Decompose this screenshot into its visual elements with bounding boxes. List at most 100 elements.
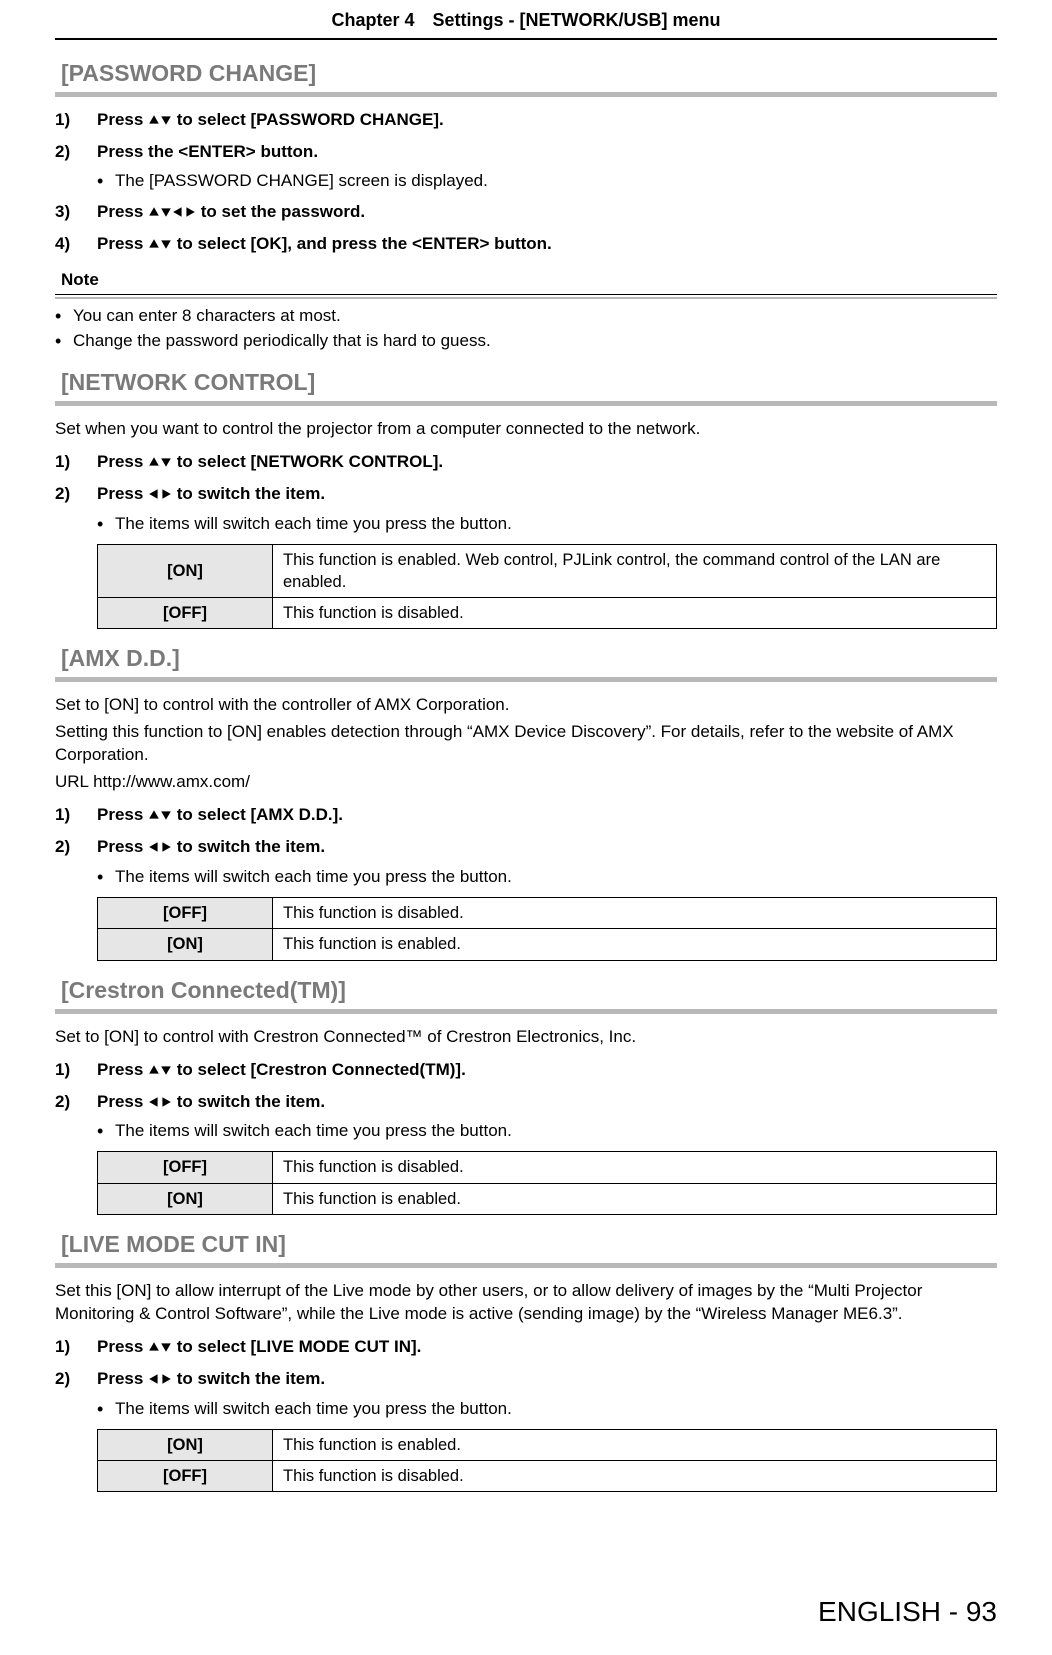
step-row: 1) Press to select [Crestron Connected(T… — [55, 1059, 997, 1083]
bullet-icon: • — [55, 330, 73, 353]
step-row: 1) Press to select [AMX D.D.]. — [55, 804, 997, 828]
table-row: [OFF]This function is disabled. — [98, 598, 997, 629]
note-text: Change the password periodically that is… — [73, 330, 491, 353]
step-text-pre: Press — [97, 805, 148, 824]
section-title-password-change: [PASSWORD CHANGE] — [55, 56, 997, 97]
table-row: [OFF]This function is disabled. — [98, 898, 997, 929]
bullet-icon: • — [97, 1398, 115, 1421]
section-title-amx-dd: [AMX D.D.] — [55, 641, 997, 682]
step-text: Press to set the password. — [97, 201, 365, 225]
table-row: [ON]This function is enabled. Web contro… — [98, 544, 997, 598]
up-down-left-right-arrow-icon — [148, 203, 196, 222]
step-text-post: to switch the item. — [172, 837, 325, 856]
sub-bullet-text: The items will switch each time you pres… — [115, 513, 512, 536]
option-value: This function is disabled. — [273, 598, 997, 629]
option-table: [OFF]This function is disabled. [ON]This… — [97, 897, 997, 961]
sub-bullet: • The items will switch each time you pr… — [97, 1398, 997, 1421]
left-right-arrow-icon — [148, 1093, 172, 1112]
step-text-pre: Press — [97, 1337, 148, 1356]
sub-bullet-text: The items will switch each time you pres… — [115, 1398, 512, 1421]
step-row: 4) Press to select [OK], and press the <… — [55, 233, 997, 257]
step-text: Press to switch the item. — [97, 483, 325, 507]
option-value: This function is enabled. — [273, 1429, 997, 1460]
step-row: 1) Press to select [LIVE MODE CUT IN]. — [55, 1336, 997, 1360]
chapter-header: Chapter 4 Settings - [NETWORK/USB] menu — [55, 0, 997, 40]
sub-bullet-text: The items will switch each time you pres… — [115, 866, 512, 889]
step-text: Press to select [OK], and press the <ENT… — [97, 233, 552, 257]
table-row: [ON]This function is enabled. — [98, 929, 997, 960]
option-table: [ON]This function is enabled. [OFF]This … — [97, 1429, 997, 1493]
step-text-post: to select [OK], and press the <ENTER> bu… — [172, 234, 552, 253]
step-text-pre: Press — [97, 837, 148, 856]
bullet-icon: • — [97, 1120, 115, 1143]
step-text-post: to switch the item. — [172, 484, 325, 503]
section-title-live-mode-cut-in: [LIVE MODE CUT IN] — [55, 1227, 997, 1268]
option-value: This function is enabled. — [273, 929, 997, 960]
step-text-pre: Press — [97, 484, 148, 503]
step-number: 4) — [55, 233, 97, 257]
step-text-pre: Press — [97, 1060, 148, 1079]
bullet-icon: • — [97, 866, 115, 889]
option-key: [ON] — [98, 1429, 273, 1460]
table-row: [ON]This function is enabled. — [98, 1183, 997, 1214]
step-row: 3) Press to set the password. — [55, 201, 997, 225]
step-text: Press to select [NETWORK CONTROL]. — [97, 451, 443, 475]
section-intro: Set this [ON] to allow interrupt of the … — [55, 1280, 997, 1326]
left-right-arrow-icon — [148, 838, 172, 857]
step-number: 2) — [55, 1091, 97, 1115]
note-header: Note — [55, 267, 997, 295]
step-text-post: to switch the item. — [172, 1369, 325, 1388]
step-number: 2) — [55, 141, 97, 164]
step-text-post: to switch the item. — [172, 1092, 325, 1111]
left-right-arrow-icon — [148, 1370, 172, 1389]
note-item: •Change the password periodically that i… — [55, 330, 997, 353]
option-key: [OFF] — [98, 898, 273, 929]
option-value: This function is disabled. — [273, 1460, 997, 1491]
step-text-pre: Press — [97, 202, 148, 221]
step-number: 2) — [55, 836, 97, 860]
step-number: 1) — [55, 451, 97, 475]
step-text-post: to select [Crestron Connected(TM)]. — [172, 1060, 466, 1079]
section-title-crestron-connected: [Crestron Connected(TM)] — [55, 973, 997, 1014]
step-text-post: to select [NETWORK CONTROL]. — [172, 452, 443, 471]
step-text-post: to select [LIVE MODE CUT IN]. — [172, 1337, 421, 1356]
step-row: 1) Press to select [NETWORK CONTROL]. — [55, 451, 997, 475]
section-intro: Set when you want to control the project… — [55, 418, 997, 441]
up-down-arrow-icon — [148, 1338, 172, 1357]
option-table: [ON]This function is enabled. Web contro… — [97, 544, 997, 630]
up-down-arrow-icon — [148, 453, 172, 472]
step-row: 2) Press to switch the item. — [55, 1368, 997, 1392]
section-title-network-control: [NETWORK CONTROL] — [55, 365, 997, 406]
step-text-post: to select [AMX D.D.]. — [172, 805, 343, 824]
section-intro: Set to [ON] to control with the controll… — [55, 694, 997, 717]
note-item: •You can enter 8 characters at most. — [55, 305, 997, 328]
option-key: [OFF] — [98, 1460, 273, 1491]
section-intro: Setting this function to [ON] enables de… — [55, 721, 997, 767]
table-row: [OFF]This function is disabled. — [98, 1152, 997, 1183]
step-text: Press to select [Crestron Connected(TM)]… — [97, 1059, 466, 1083]
step-text-post: to set the password. — [196, 202, 365, 221]
step-text: Press to select [AMX D.D.]. — [97, 804, 343, 828]
sub-bullet: • The items will switch each time you pr… — [97, 1120, 997, 1143]
step-number: 2) — [55, 1368, 97, 1392]
up-down-arrow-icon — [148, 1061, 172, 1080]
option-key: [OFF] — [98, 598, 273, 629]
option-value: This function is disabled. — [273, 1152, 997, 1183]
step-text-pre: Press — [97, 110, 148, 129]
step-number: 1) — [55, 1059, 97, 1083]
step-number: 1) — [55, 804, 97, 828]
step-number: 2) — [55, 483, 97, 507]
step-text-pre: Press — [97, 234, 148, 253]
section-intro: Set to [ON] to control with Crestron Con… — [55, 1026, 997, 1049]
bullet-icon: • — [97, 170, 115, 193]
step-row: 2) Press the <ENTER> button. — [55, 141, 997, 164]
sub-bullet: • The items will switch each time you pr… — [97, 866, 997, 889]
step-row: 2) Press to switch the item. — [55, 836, 997, 860]
option-key: [ON] — [98, 1183, 273, 1214]
sub-bullet-text: The [PASSWORD CHANGE] screen is displaye… — [115, 170, 488, 193]
up-down-arrow-icon — [148, 111, 172, 130]
up-down-arrow-icon — [148, 235, 172, 254]
step-text-pre: Press — [97, 1092, 148, 1111]
option-table: [OFF]This function is disabled. [ON]This… — [97, 1151, 997, 1215]
step-text: Press to switch the item. — [97, 1368, 325, 1392]
